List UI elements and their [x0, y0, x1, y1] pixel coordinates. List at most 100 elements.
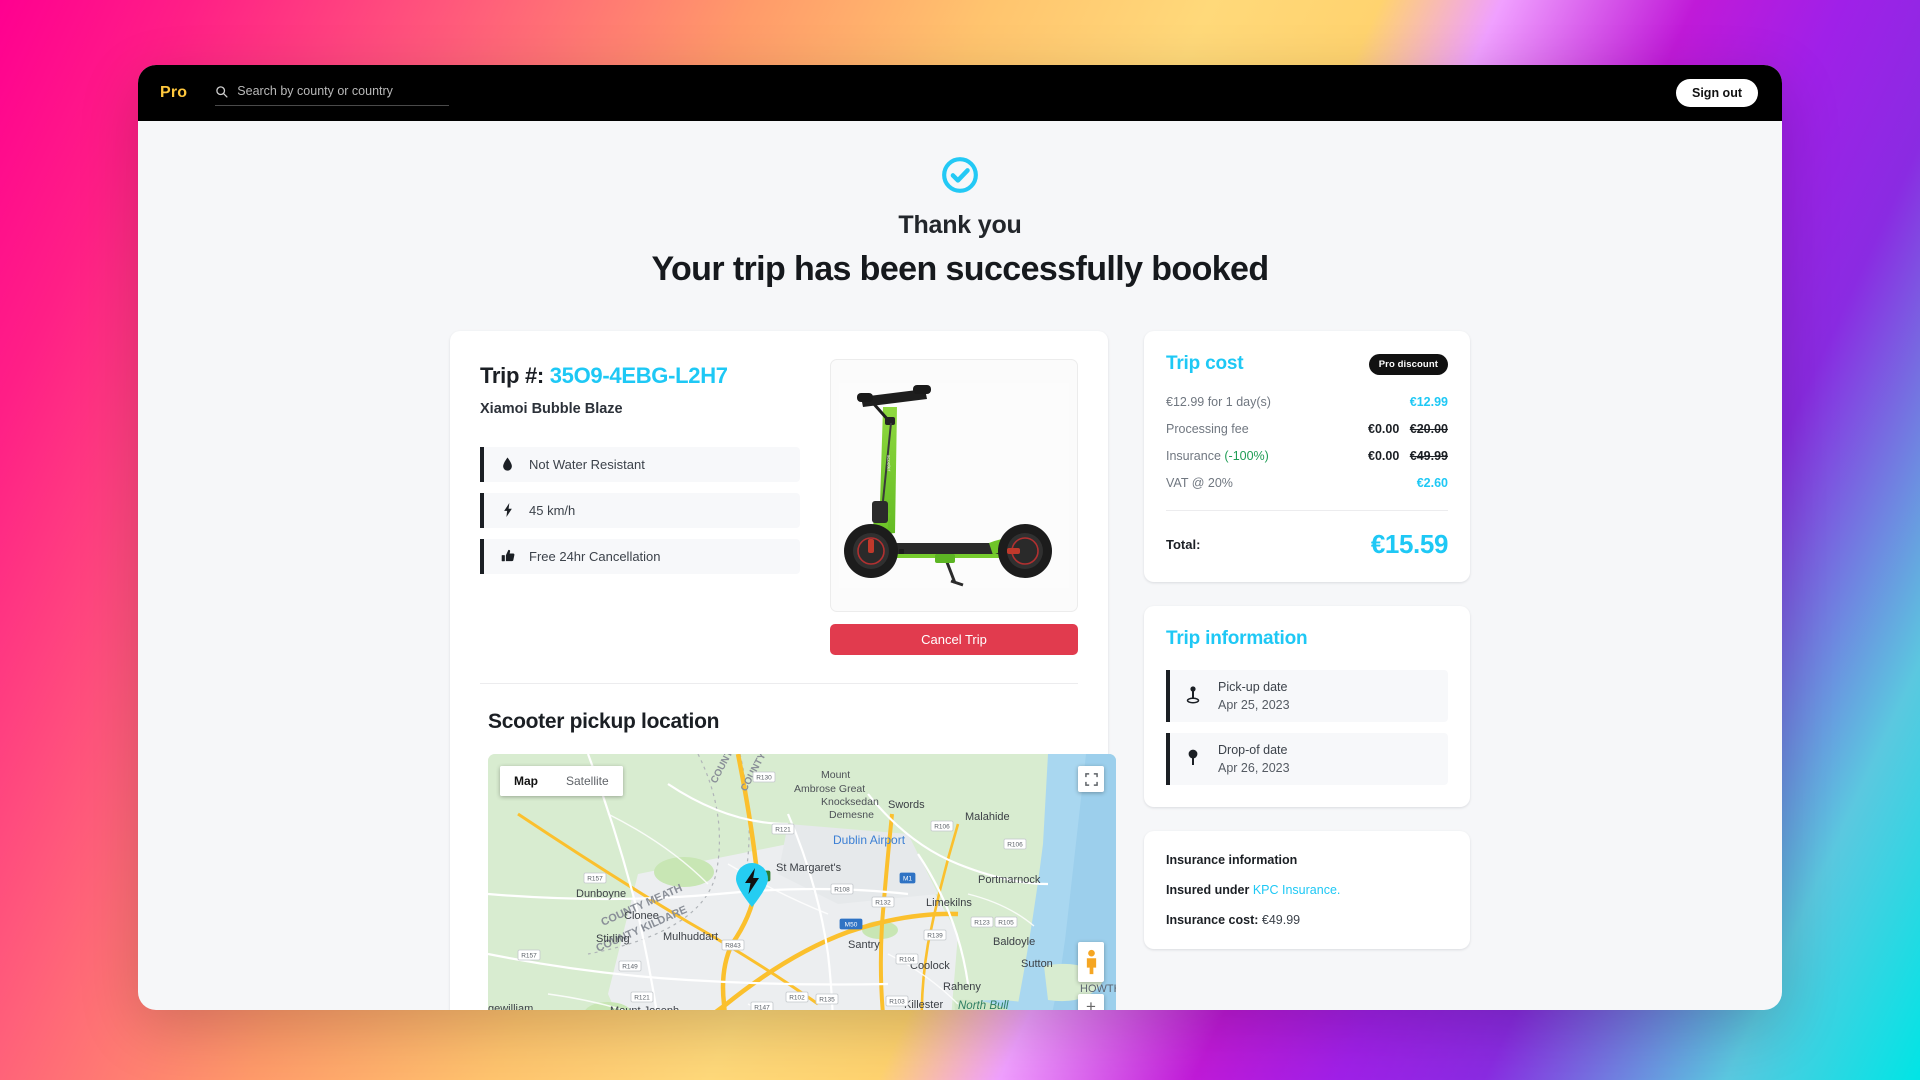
svg-text:R123: R123 — [974, 919, 990, 926]
svg-text:R104: R104 — [899, 956, 915, 963]
map-section-title: Scooter pickup location — [488, 710, 720, 733]
lightning-bolt-map-pin[interactable] — [734, 862, 770, 913]
insurance-information-card: Insurance information Insured under KPC … — [1144, 831, 1470, 949]
info-row-title: Drop-of date — [1218, 743, 1288, 757]
map-place-label: Cabra — [793, 1009, 824, 1010]
total-value: €15.59 — [1370, 529, 1449, 559]
map-road-shield: R104 — [895, 953, 919, 965]
trip-details-top: Trip #: 35O9-4EBG-L2H7 Xiamoi Bubble Bla… — [480, 359, 1078, 655]
svg-text:R157: R157 — [521, 952, 537, 959]
total-divider — [1166, 510, 1448, 511]
map-road-shield: R139 — [923, 929, 947, 941]
feature-row: Not Water Resistant — [480, 447, 800, 482]
pro-discount-badge: Pro discount — [1368, 353, 1448, 375]
thank-you-text: Thank you — [898, 211, 1022, 239]
search-input[interactable] — [237, 84, 450, 98]
dropoff-date-row: Drop-of date Apr 26, 2023 — [1166, 733, 1448, 785]
cancel-trip-button[interactable]: Cancel Trip — [830, 624, 1078, 655]
map-place-label: Raheny — [943, 981, 981, 993]
feature-label: Free 24hr Cancellation — [529, 549, 661, 564]
lightning-bolt-icon — [500, 502, 515, 519]
map-road-shield: R102 — [785, 991, 809, 1003]
svg-text:R135: R135 — [819, 996, 835, 1003]
satellite-view-button[interactable]: Satellite — [552, 766, 623, 796]
dropoff-pin-icon — [1184, 749, 1202, 770]
insurer-link[interactable]: KPC Insurance. — [1253, 883, 1341, 897]
svg-text:R843: R843 — [725, 942, 741, 949]
svg-text:scooter: scooter — [885, 455, 892, 472]
map-road-shield: R130 — [752, 771, 776, 783]
svg-text:M1: M1 — [903, 875, 912, 882]
sign-out-button[interactable]: Sign out — [1676, 79, 1758, 107]
cost-original-value: €20.00 — [1409, 422, 1448, 436]
trip-number-line: Trip #: 35O9-4EBG-L2H7 — [480, 363, 800, 389]
cost-discount-pct: (-100%) — [1224, 449, 1269, 463]
map-place-label: Stirling — [596, 933, 630, 945]
total-label: Total: — [1166, 537, 1201, 552]
confirmation-hero: Thank you Your trip has been successfull… — [138, 155, 1782, 289]
svg-text:R105: R105 — [998, 919, 1014, 926]
water-drop-icon — [500, 456, 515, 473]
trip-information-title: Trip information — [1166, 628, 1308, 649]
scooter-illustration: scooter — [839, 383, 1069, 588]
trip-number-value: 35O9-4EBG-L2H7 — [549, 363, 728, 388]
search-box[interactable] — [215, 80, 450, 106]
cost-label: €12.99 for 1 day(s) — [1166, 395, 1271, 409]
pickup-location-map[interactable]: COUNTY MEATHCOUNTY KILDARECOUNTY MEATHCO… — [488, 754, 1116, 1010]
map-place-label: Dublin Airport — [833, 833, 906, 847]
svg-text:R121: R121 — [775, 826, 791, 833]
svg-text:R139: R139 — [927, 932, 943, 939]
cost-label: Insurance — [1166, 449, 1225, 463]
svg-text:R147: R147 — [754, 1004, 770, 1010]
app-window: Pro Sign out Thank you Your trip has bee… — [138, 65, 1782, 1010]
cost-value: €0.00 — [1368, 422, 1400, 436]
fullscreen-icon[interactable] — [1078, 766, 1104, 792]
map-place-label: Demesne — [829, 809, 874, 821]
trip-cost-title: Trip cost — [1166, 353, 1244, 374]
pickup-pin-icon — [1184, 685, 1202, 707]
map-place-label: Mount — [821, 769, 850, 781]
map-road-shield: R157 — [517, 949, 541, 961]
map-place-label: Swords — [888, 799, 925, 811]
trip-number-label: Trip #: — [480, 363, 544, 388]
top-navigation-bar: Pro Sign out — [138, 65, 1782, 121]
cost-value: €2.60 — [1416, 476, 1448, 490]
pickup-date-row: Pick-up date Apr 25, 2023 — [1166, 670, 1448, 722]
trip-cost-card: Trip cost Pro discount €12.99 for 1 day(… — [1144, 331, 1470, 582]
map-type-switch[interactable]: Map Satellite — [500, 766, 623, 796]
map-road-shield: R149 — [618, 960, 642, 972]
insurance-title: Insurance information — [1166, 853, 1298, 867]
map-road-shield: R132 — [871, 896, 895, 908]
trip-details-card: Trip #: 35O9-4EBG-L2H7 Xiamoi Bubble Bla… — [450, 331, 1116, 1010]
street-view-pegman-icon[interactable] — [1078, 942, 1104, 982]
map-place-label: Knocksedan — [821, 796, 879, 808]
scooter-feature-list: Not Water Resistant 45 km/h Free 24hr Ca… — [480, 447, 800, 574]
right-column: Trip cost Pro discount €12.99 for 1 day(… — [1144, 331, 1470, 949]
map-place-label: Mulhuddart — [663, 931, 718, 943]
info-row-value: Apr 25, 2023 — [1218, 698, 1290, 712]
map-road-shield: R121 — [771, 823, 795, 835]
map-container: COUNTY MEATHCOUNTY KILDARECOUNTY MEATHCO… — [480, 754, 1116, 1010]
map-place-label: Santry — [848, 939, 880, 951]
scooter-model-name: Xiamoi Bubble Blaze — [480, 401, 623, 417]
map-place-label: Portmarnock — [978, 874, 1041, 886]
insured-under-line: Insured under KPC Insurance. — [1166, 883, 1448, 897]
map-place-label: Limekilns — [926, 897, 972, 909]
cost-row: €12.99 for 1 day(s) €12.99 — [1166, 395, 1448, 409]
map-place-label: Malahide — [965, 811, 1010, 823]
map-road-shield: R106 — [930, 820, 954, 832]
map-view-button[interactable]: Map — [500, 766, 552, 796]
cost-value: €0.00 — [1368, 449, 1400, 463]
cost-label: VAT @ 20% — [1166, 476, 1233, 490]
map-zoom-controls[interactable]: + − — [1078, 994, 1104, 1010]
map-road-shield: R147 — [750, 1001, 774, 1010]
insured-under-label: Insured under — [1166, 883, 1253, 897]
map-road-shield: R135 — [815, 993, 839, 1005]
trip-info-column: Trip #: 35O9-4EBG-L2H7 Xiamoi Bubble Bla… — [480, 359, 800, 655]
map-place-label: Clonee — [624, 910, 659, 922]
feature-row: 45 km/h — [480, 493, 800, 528]
trip-cost-header: Trip cost Pro discount — [1166, 353, 1448, 375]
svg-text:M50: M50 — [845, 921, 858, 928]
zoom-in-button[interactable]: + — [1078, 994, 1104, 1010]
brand-logo[interactable]: Pro — [160, 84, 187, 102]
